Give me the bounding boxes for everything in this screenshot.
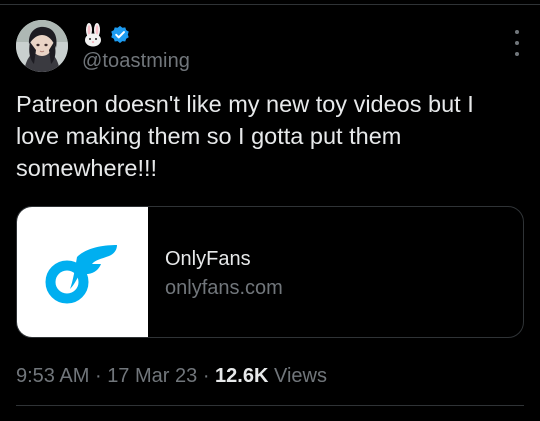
tweet-text: Patreon doesn't like my new toy videos b… (16, 91, 474, 181)
divider (0, 4, 540, 5)
more-options-button[interactable] (512, 30, 522, 56)
divider (16, 405, 524, 406)
onlyfans-logo-icon (45, 245, 117, 304)
views-label: Views (273, 365, 327, 387)
bunny-emoji-icon (85, 23, 101, 47)
link-card-thumbnail (17, 207, 148, 337)
author-info: @toastming (82, 22, 190, 73)
link-card[interactable]: OnlyFans onlyfans.com (16, 206, 524, 338)
verified-badge-icon (111, 25, 129, 44)
views-link[interactable]: 12.6K Views (215, 365, 327, 387)
tweet-meta: 9:53 AM · 17 Mar 23 · 12.6K Views (16, 365, 327, 388)
display-name[interactable] (82, 22, 190, 48)
more-dots-icon (515, 30, 519, 34)
tweet: @toastming Patreon doesn't like my new t… (0, 0, 540, 421)
views-count: 12.6K (215, 365, 269, 387)
tweet-date: 17 Mar 23 (107, 365, 198, 387)
tweet-timestamp[interactable]: 9:53 AM · 17 Mar 23 (16, 365, 197, 387)
link-card-title: OnlyFans (165, 248, 251, 270)
link-card-domain: onlyfans.com (165, 277, 283, 299)
meta-separator: · (202, 365, 210, 387)
author-handle[interactable]: @toastming (82, 50, 190, 73)
avatar-image (16, 20, 68, 72)
meta-separator: · (94, 365, 102, 387)
avatar[interactable] (16, 20, 68, 72)
tweet-time: 9:53 AM (16, 365, 90, 387)
